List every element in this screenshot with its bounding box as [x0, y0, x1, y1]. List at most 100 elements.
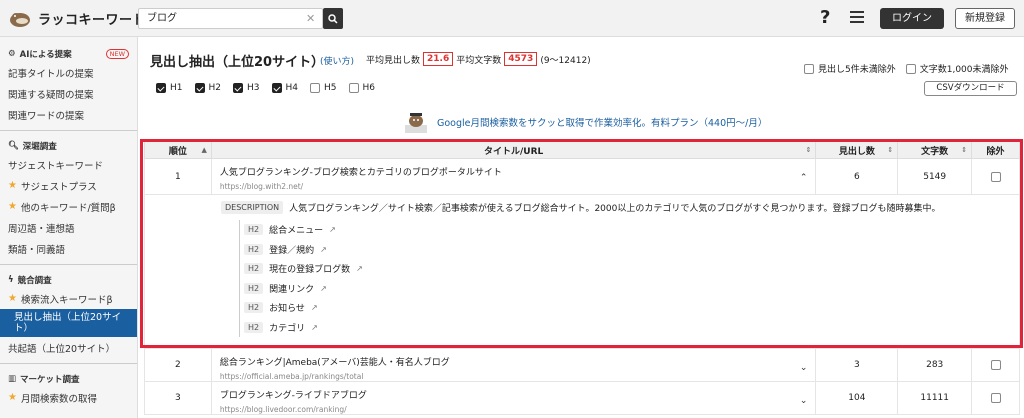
sidebar-item-suggest[interactable]: サジェストキーワード — [0, 154, 137, 175]
sidebar-item-question-suggest[interactable]: 関連する疑問の提案 — [0, 83, 137, 104]
help-icon[interactable]: ? — [820, 7, 830, 28]
signup-button[interactable]: 新規登録 — [955, 8, 1015, 29]
exclude-checkbox[interactable] — [990, 171, 1001, 182]
sort-icon[interactable]: ⇕ — [806, 146, 812, 154]
filter-h2[interactable]: H2 — [194, 83, 222, 93]
logo[interactable]: ラッコキーワード — [8, 8, 146, 28]
exclude-cell — [972, 349, 1019, 381]
heading-item[interactable]: H2 カテゴリ ↗ — [244, 318, 1019, 338]
heading-tag: H2 — [244, 243, 264, 255]
filter-h3[interactable]: H3 — [233, 83, 260, 93]
header-headings[interactable]: 見出し数 ⇕ — [816, 142, 899, 158]
rank-cell: 3 — [145, 382, 212, 414]
sidebar-item-associations[interactable]: 周辺語・連想語 — [0, 217, 137, 238]
checkbox[interactable] — [271, 83, 282, 93]
exclude-chars-toggle[interactable]: 文字数1,000未満除外 — [905, 62, 1009, 75]
external-link-icon[interactable]: ↗ — [320, 284, 327, 293]
search-input[interactable]: ブログ — [138, 8, 323, 29]
chevron-down-icon[interactable]: ⌄ — [800, 363, 808, 373]
external-link-icon[interactable]: ↗ — [356, 264, 363, 273]
header-rank[interactable]: 順位 ▲ — [145, 142, 212, 158]
sidebar-item-cooccurrence[interactable]: 共起語（上位20サイト） — [0, 337, 137, 358]
sidebar-item-other-keywords[interactable]: ★ 他のキーワード/質問β — [0, 196, 137, 217]
heading-item[interactable]: H2 総合メニュー ↗ — [244, 220, 1019, 240]
sidebar-item-heading-extract[interactable]: 見出し抽出（上位20サイト） — [0, 309, 137, 337]
external-link-icon[interactable]: ↗ — [320, 245, 327, 254]
external-link-icon[interactable]: ↗ — [311, 303, 318, 312]
result-title[interactable]: 総合ランキング|Ameba(アメーバ)芸能人・有名人ブログ — [220, 355, 450, 368]
headings-cell: 104 — [816, 382, 899, 414]
table-row[interactable]: 3 ブログランキング-ライブドアブログ https://blog.livedoo… — [144, 382, 1020, 415]
sort-icon[interactable]: ⇕ — [887, 146, 893, 154]
result-url[interactable]: https://blog.with2.net/ — [220, 182, 303, 191]
sidebar-item-title-suggest[interactable]: 記事タイトルの提案 — [0, 62, 137, 83]
sidebar-section-ai: ⚙ AIによる提案 NEW — [0, 45, 137, 62]
heading-text: 総合メニュー — [269, 226, 324, 237]
star-icon: ★ — [8, 293, 17, 304]
result-url[interactable]: https://blog.livedoor.com/ranking/ — [220, 405, 347, 414]
title-cell: ブログランキング-ライブドアブログ https://blog.livedoor.… — [212, 382, 817, 414]
table-row[interactable]: 2 総合ランキング|Ameba(アメーバ)芸能人・有名人ブログ https://… — [144, 349, 1020, 382]
checkbox[interactable] — [905, 63, 916, 74]
row-detail: DESCRIPTION 人気ブログランキング／サイト検索／記事検索が使えるブログ… — [144, 195, 1020, 349]
result-url[interactable]: https://official.ameba.jp/rankings/total — [220, 372, 364, 381]
heading-item[interactable]: H2 お知らせ ↗ — [244, 298, 1019, 318]
filter-h5[interactable]: H5 — [310, 83, 337, 93]
search-button[interactable] — [323, 8, 343, 29]
sidebar-item-related-suggest[interactable]: 関連ワードの提案 — [0, 104, 137, 125]
chevron-down-icon[interactable]: ⌄ — [800, 396, 808, 406]
sidebar: ⚙ AIによる提案 NEW 記事タイトルの提案 関連する疑問の提案 関連ワードの… — [0, 37, 138, 418]
howto-link[interactable]: (使い方) — [320, 54, 354, 67]
sort-icon[interactable]: ▲ — [201, 146, 206, 154]
promo-text[interactable]: Google月間検索数をサクッと取得で作業効率化。有料プラン（440円〜/月） — [437, 115, 767, 129]
result-title[interactable]: ブログランキング-ライブドアブログ — [220, 388, 367, 401]
divider — [0, 130, 137, 131]
heading-item[interactable]: H2 登録／規約 ↗ — [244, 240, 1019, 260]
exclude-checkbox[interactable] — [990, 393, 1001, 403]
csv-download-button[interactable]: CSVダウンロード — [924, 81, 1017, 96]
filter-label: H6 — [362, 83, 376, 93]
stats-summary: 平均見出し数 21.6 平均文字数 4573 (9〜12412) — [366, 52, 591, 66]
result-title[interactable]: 人気ブログランキング-ブログ検索とカテゴリのブログポータルサイト — [220, 165, 502, 178]
filter-h4[interactable]: H4 — [271, 83, 299, 93]
filter-h1[interactable]: H1 — [156, 83, 183, 93]
sidebar-section-deep: 🔍︎ 深堀調査 — [0, 137, 137, 154]
chevron-up-icon[interactable]: ⌃ — [800, 173, 808, 183]
checkbox[interactable] — [156, 83, 166, 93]
checkbox[interactable] — [233, 83, 243, 93]
table-row[interactable]: 1 人気ブログランキング-ブログ検索とカテゴリのブログポータルサイト https… — [144, 159, 1020, 195]
sidebar-item-label: 周辺語・連想語 — [8, 223, 75, 235]
clear-icon[interactable]: ✕ — [306, 12, 315, 25]
external-link-icon[interactable]: ↗ — [311, 323, 318, 332]
external-link-icon[interactable]: ↗ — [329, 225, 336, 234]
sidebar-item-label: サジェストプラス — [20, 181, 97, 193]
exclude-checkbox[interactable] — [990, 360, 1001, 370]
heading-text: 関連リンク — [269, 284, 315, 295]
filter-label: H2 — [208, 83, 222, 93]
sidebar-item-label: 月間検索数の取得 — [20, 393, 97, 405]
checkbox[interactable] — [804, 63, 814, 74]
filter-h6[interactable]: H6 — [348, 83, 376, 93]
checkbox[interactable] — [194, 83, 205, 93]
sidebar-item-monthly-volume[interactable]: ★ 月間検索数の取得 — [0, 387, 137, 408]
hamburger-menu-icon[interactable] — [850, 11, 864, 26]
exclude-headings-toggle[interactable]: 見出し5件未満除外 — [804, 62, 896, 75]
heading-tag: H2 — [244, 302, 264, 314]
sidebar-item-label: 関連ワードの提案 — [8, 110, 85, 122]
heading-tag: H2 — [244, 321, 264, 333]
heading-item[interactable]: H2 関連リンク ↗ — [244, 279, 1019, 299]
header-chars[interactable]: 文字数 ⇕ — [898, 142, 973, 158]
sidebar-item-synonyms[interactable]: 類語・同義語 — [0, 238, 137, 259]
sort-icon[interactable]: ⇕ — [961, 146, 967, 154]
checkbox[interactable] — [348, 83, 359, 93]
header-title[interactable]: タイトル/URL ⇕ — [212, 142, 817, 158]
heading-item[interactable]: H2 現在の登録ブログ数 ↗ — [244, 259, 1019, 279]
promo-banner[interactable]: Google月間検索数をサクッと取得で作業効率化。有料プラン（440円〜/月） — [403, 111, 767, 133]
filter-label: H4 — [285, 83, 299, 93]
sidebar-item-label: 記事タイトルの提案 — [8, 68, 94, 80]
checkbox[interactable] — [310, 83, 320, 93]
sidebar-item-inflow-keywords[interactable]: ★ 検索流入キーワードβ — [0, 288, 137, 309]
headings-table: 順位 ▲ タイトル/URL ⇕ 見出し数 ⇕ 文字数 ⇕ 除外 1 人気ブログランキング… — [144, 141, 1020, 415]
sidebar-item-suggest-plus[interactable]: ★ サジェストプラス — [0, 175, 137, 196]
login-button[interactable]: ログイン — [880, 8, 944, 29]
